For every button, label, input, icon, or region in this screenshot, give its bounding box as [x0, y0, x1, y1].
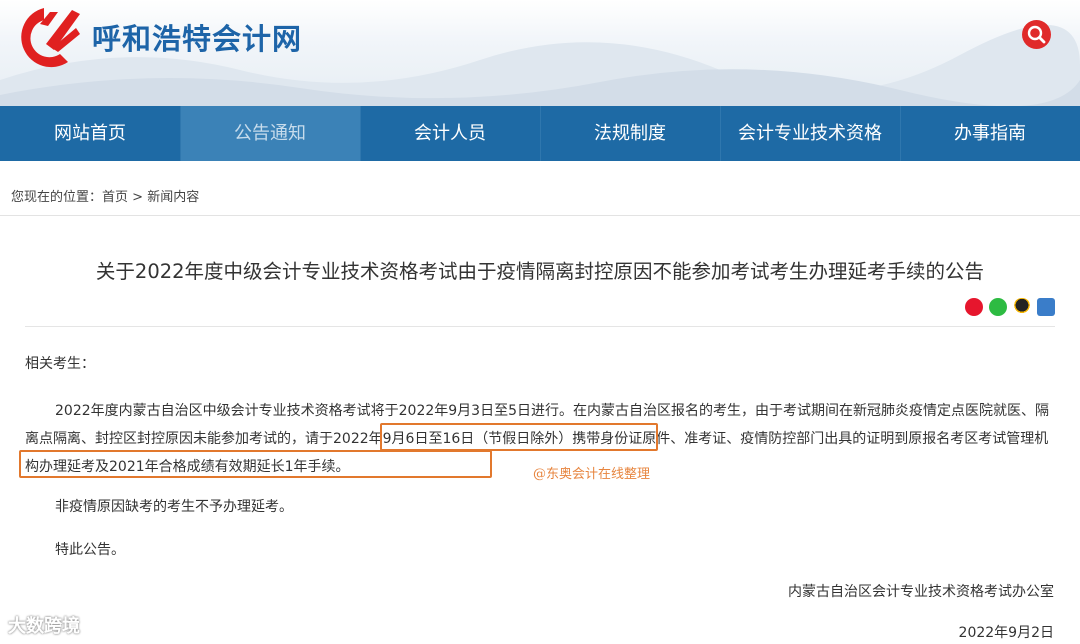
nav-divider [540, 106, 541, 161]
nav-divider [360, 106, 361, 161]
site-header: 呼和浩特会计网 [0, 0, 1080, 106]
qq-icon[interactable] [1013, 298, 1031, 316]
breadcrumb-separator: > [132, 190, 144, 205]
wechat-icon[interactable] [989, 298, 1007, 316]
brand-watermark: 大数跨境 [8, 612, 80, 638]
breadcrumb-home-link[interactable]: 首页 [102, 190, 128, 205]
signer: 内蒙古自治区会计专业技术资格考试办公室 [788, 584, 1054, 600]
breadcrumb: 您现在的位置：首页 > 新闻内容 [11, 186, 199, 205]
nav-item-guide[interactable]: 办事指南 [900, 106, 1080, 161]
search-button[interactable] [1022, 20, 1051, 49]
nav-item-home[interactable]: 网站首页 [0, 106, 180, 161]
paragraph: 特此公告。 [55, 542, 125, 558]
breadcrumb-prefix: 您现在的位置： [11, 190, 103, 205]
highlight-box [19, 450, 492, 478]
search-icon [1027, 25, 1046, 44]
nav-item-accountants[interactable]: 会计人员 [360, 106, 540, 161]
nav-divider [720, 106, 721, 161]
paragraph: 非疫情原因缺考的考生不予办理延考。 [55, 499, 293, 515]
share-bar [965, 298, 1055, 316]
nav-item-announcements[interactable]: 公告通知 [180, 106, 360, 161]
publish-date: 2022年9月2日 [958, 625, 1054, 641]
nav-divider [180, 106, 181, 161]
watermark-text: @东奥会计在线整理 [533, 467, 651, 482]
site-logo-icon[interactable] [6, 4, 84, 70]
nav-divider [900, 106, 901, 161]
nav-item-qualifications[interactable]: 会计专业技术资格 [720, 106, 900, 161]
highlight-box [380, 423, 658, 451]
breadcrumb-current[interactable]: 新闻内容 [147, 190, 199, 205]
nav-item-regulations[interactable]: 法规制度 [540, 106, 720, 161]
weibo-icon[interactable] [965, 298, 983, 316]
title-divider [25, 326, 1055, 327]
brand-watermark-text: 大数跨境 [8, 616, 80, 637]
greeting: 相关考生： [25, 356, 95, 372]
site-name[interactable]: 呼和浩特会计网 [92, 16, 302, 58]
article-title: 关于2022年度中级会计专业技术资格考试由于疫情隔离封控原因不能参加考试考生办理… [95, 260, 985, 283]
print-icon[interactable] [1037, 298, 1055, 316]
divider [0, 215, 1080, 216]
